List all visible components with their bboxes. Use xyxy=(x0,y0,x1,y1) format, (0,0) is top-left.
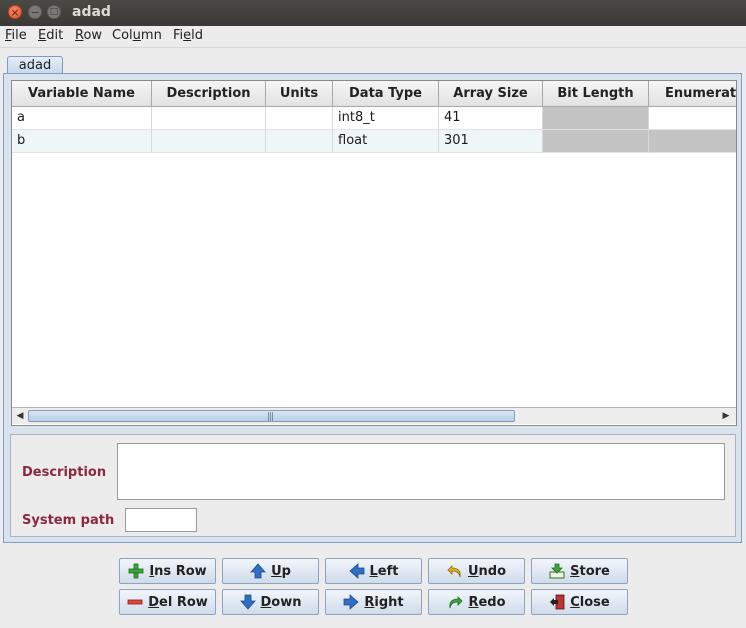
cell-array-size[interactable]: 301 xyxy=(439,130,543,153)
plus-icon xyxy=(128,563,144,579)
scrollbar-grip-icon: ||| xyxy=(267,412,274,422)
description-textarea[interactable] xyxy=(117,443,725,500)
menu-column-label: mn xyxy=(140,28,162,43)
menu-file-label: ile xyxy=(11,28,27,43)
arrow-down-icon xyxy=(239,594,256,610)
menu-row[interactable]: Row xyxy=(75,28,102,43)
table-header: Variable Name Description Units Data Typ… xyxy=(12,81,736,107)
tab-adad[interactable]: adad xyxy=(7,56,63,74)
redo-icon xyxy=(449,596,464,609)
menu-edit-label: dit xyxy=(46,28,64,43)
cell-variable-name[interactable]: b xyxy=(12,130,152,153)
menu-file[interactable]: File xyxy=(5,28,27,43)
exit-door-icon xyxy=(550,594,565,610)
menu-row-label: ow xyxy=(83,28,103,43)
arrow-left-icon xyxy=(348,563,364,579)
move-right-label: Right xyxy=(364,594,404,610)
column-header-data-type[interactable]: Data Type xyxy=(333,81,439,107)
cell-variable-name[interactable]: a xyxy=(12,107,152,130)
column-header-enumeration[interactable]: Enumerat xyxy=(649,81,736,107)
redo-button[interactable]: Redo xyxy=(428,589,525,615)
window-maximize-icon[interactable]: □ xyxy=(47,5,61,19)
cell-bit-length xyxy=(543,130,649,153)
table-row[interactable]: b float 301 xyxy=(12,130,736,153)
close-button[interactable]: Close xyxy=(531,589,628,615)
description-label: Description xyxy=(22,465,107,480)
menu-column-prefix: Col xyxy=(112,28,133,43)
window-titlebar: × − □ adad xyxy=(0,0,746,26)
cell-data-type[interactable]: float xyxy=(333,130,439,153)
store-label: Store xyxy=(570,563,610,579)
menu-edit[interactable]: Edit xyxy=(38,28,63,43)
delete-row-label: Del Row xyxy=(148,594,208,610)
close-label: Close xyxy=(570,594,610,610)
delete-row-button[interactable]: Del Row xyxy=(119,589,216,615)
redo-label: Redo xyxy=(468,594,506,610)
menu-field-label: ld xyxy=(191,28,204,43)
arrow-right-icon xyxy=(343,594,359,610)
column-header-bit-length[interactable]: Bit Length xyxy=(543,81,649,107)
menu-field[interactable]: Field xyxy=(173,28,203,43)
undo-button[interactable]: Undo xyxy=(428,558,525,584)
cell-description[interactable] xyxy=(152,130,266,153)
window-title: adad xyxy=(72,4,111,20)
column-header-description[interactable]: Description xyxy=(152,81,266,107)
system-path-label: System path xyxy=(22,513,115,528)
menu-bar: File Edit Row Column Field xyxy=(0,26,746,48)
scrollbar-thumb[interactable]: ||| xyxy=(28,410,515,422)
arrow-up-icon xyxy=(250,563,266,579)
move-left-label: Left xyxy=(369,563,399,579)
scroll-left-arrow-icon[interactable]: ◀ xyxy=(13,409,27,423)
undo-icon xyxy=(447,565,461,578)
column-header-variable-name[interactable]: Variable Name xyxy=(12,81,152,107)
insert-row-label: Ins Row xyxy=(149,563,207,579)
menu-field-mnemonic: e xyxy=(183,28,192,43)
insert-row-button[interactable]: Ins Row xyxy=(119,558,216,584)
move-down-button[interactable]: Down xyxy=(222,589,319,615)
column-header-units[interactable]: Units xyxy=(266,81,333,107)
menu-column[interactable]: Column xyxy=(112,28,162,43)
move-down-label: Down xyxy=(260,594,302,610)
undo-label: Undo xyxy=(467,563,507,579)
scroll-right-arrow-icon[interactable]: ▶ xyxy=(719,409,733,423)
store-icon xyxy=(549,563,565,579)
minus-icon xyxy=(127,599,143,605)
store-button[interactable]: Store xyxy=(531,558,628,584)
move-up-label: Up xyxy=(271,563,291,579)
move-left-button[interactable]: Left xyxy=(325,558,422,584)
table-row[interactable]: a int8_t 41 xyxy=(12,107,736,130)
cell-data-type[interactable]: int8_t xyxy=(333,107,439,130)
system-path-input[interactable] xyxy=(125,508,197,532)
cell-units[interactable] xyxy=(266,130,333,153)
table-horizontal-scrollbar[interactable]: ◀ ||| ▶ xyxy=(12,407,736,424)
column-header-array-size[interactable]: Array Size xyxy=(439,81,543,107)
move-up-button[interactable]: Up xyxy=(222,558,319,584)
cell-enumeration xyxy=(649,130,736,153)
cell-enumeration[interactable] xyxy=(649,107,736,130)
window-close-icon[interactable]: × xyxy=(8,5,22,19)
cell-units[interactable] xyxy=(266,107,333,130)
data-table: Variable Name Description Units Data Typ… xyxy=(11,80,737,426)
move-right-button[interactable]: Right xyxy=(325,589,422,615)
menu-edit-mnemonic: E xyxy=(38,28,47,43)
window-minimize-icon[interactable]: − xyxy=(28,5,42,19)
cell-description[interactable] xyxy=(152,107,266,130)
menu-field-prefix: Fi xyxy=(173,28,184,43)
cell-bit-length xyxy=(543,107,649,130)
menu-column-mnemonic: u xyxy=(132,28,141,43)
cell-array-size[interactable]: 41 xyxy=(439,107,543,130)
